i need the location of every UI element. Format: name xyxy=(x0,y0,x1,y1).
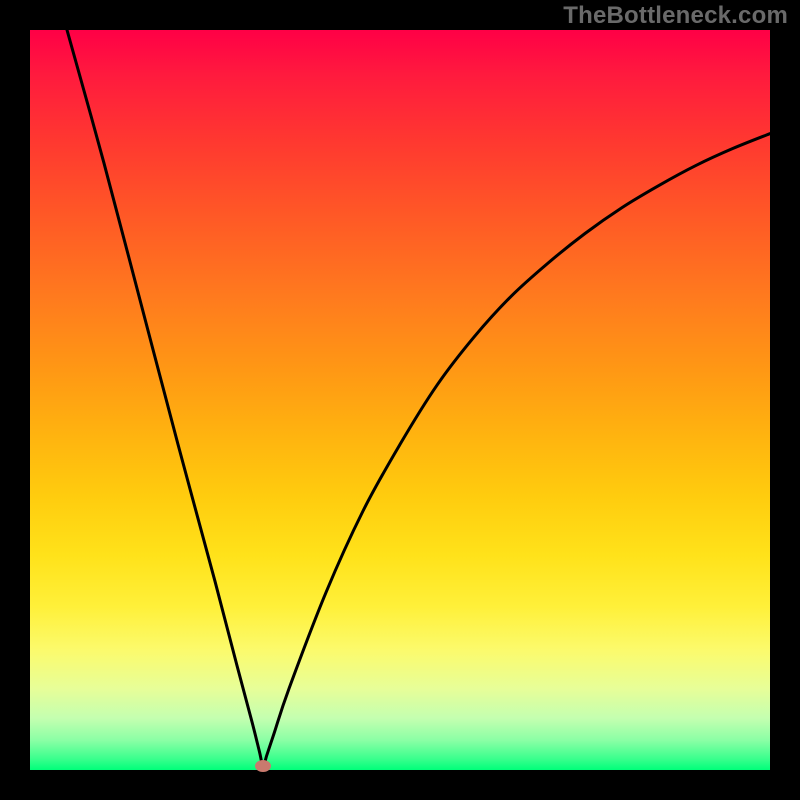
watermark-text: TheBottleneck.com xyxy=(563,2,788,30)
chart-frame: TheBottleneck.com xyxy=(0,0,800,800)
curve-svg xyxy=(30,30,770,770)
minimum-marker xyxy=(255,760,271,772)
plot-area xyxy=(30,30,770,770)
curve-path xyxy=(67,30,770,766)
